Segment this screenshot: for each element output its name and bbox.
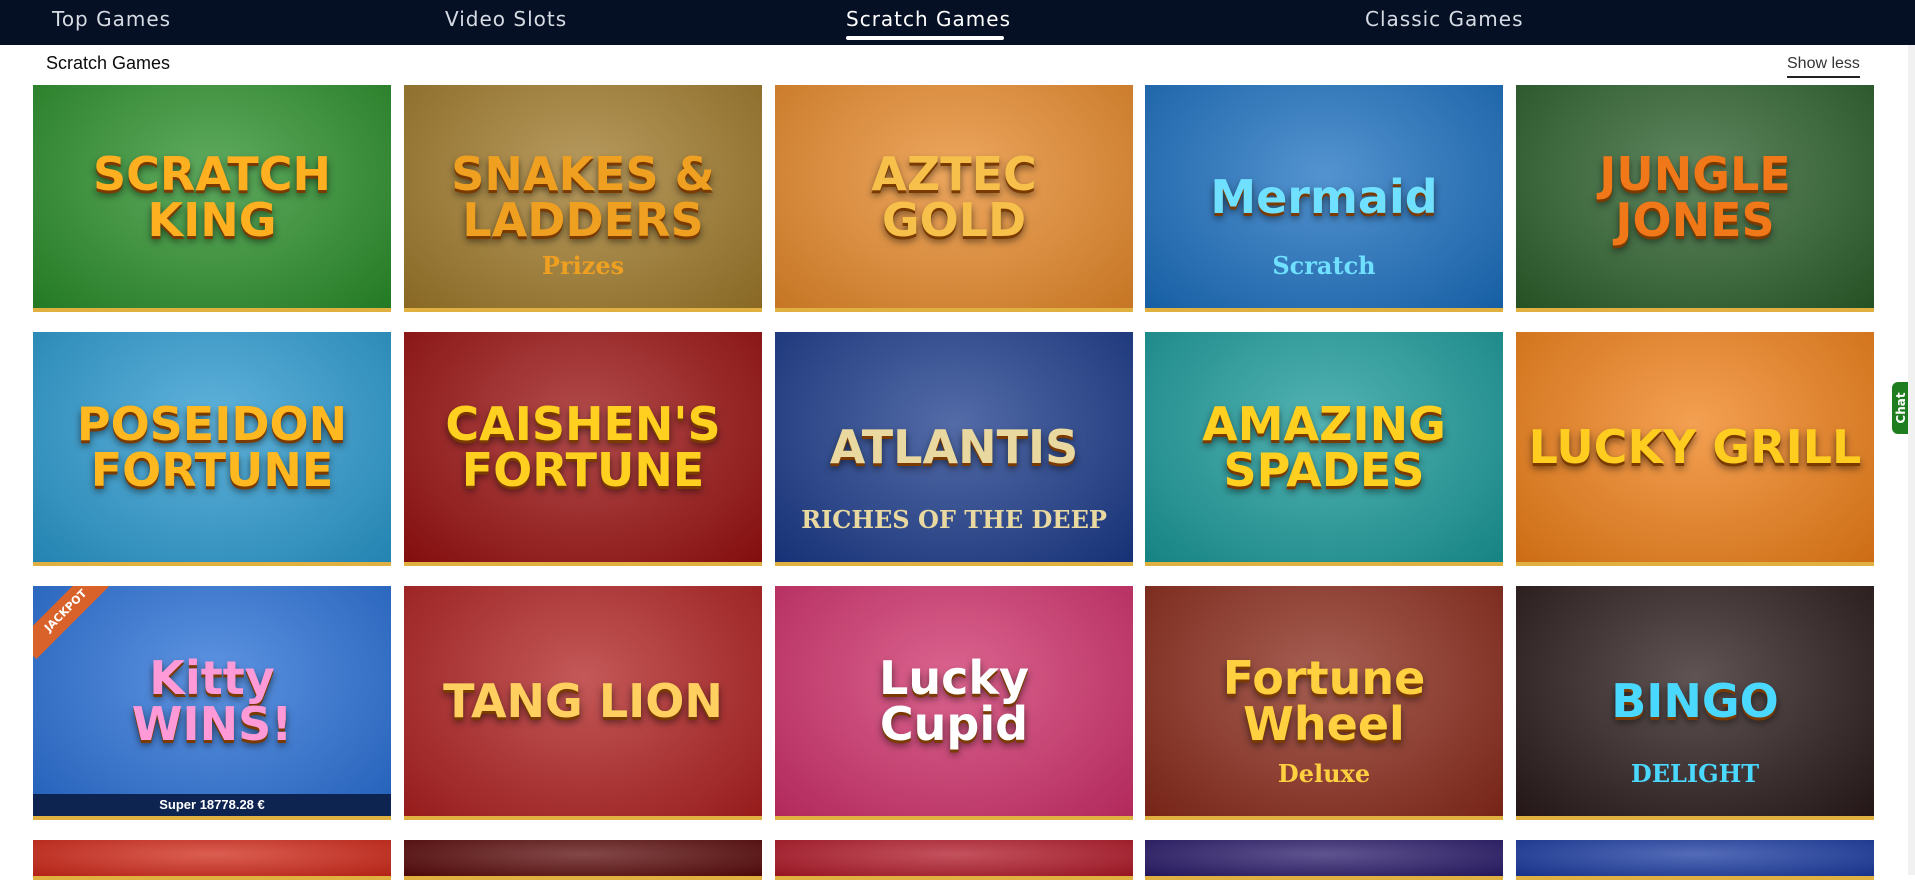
game-subtitle: Deluxe	[1277, 759, 1371, 788]
game-tile[interactable]: Lucky Cupid	[775, 586, 1133, 820]
tab-top-games[interactable]: Top Games	[52, 7, 171, 31]
game-tile[interactable]	[775, 840, 1133, 880]
game-subtitle: RICHES OF THE DEEP	[801, 505, 1107, 534]
section-title: Scratch Games	[46, 53, 171, 73]
game-subtitle: Prizes	[541, 251, 625, 280]
jackpot-amount: Super 18778.28 €	[33, 794, 391, 816]
game-artwork	[404, 840, 762, 876]
game-title: Mermaid	[1210, 169, 1438, 224]
tab-scratch-games[interactable]: Scratch Games	[846, 7, 1011, 31]
game-artwork	[1516, 840, 1874, 876]
game-subtitle: Scratch	[1272, 251, 1376, 280]
game-tile[interactable]: ATLANTIS RICHES OF THE DEEP	[775, 332, 1133, 566]
game-title: AZTEC GOLD	[871, 146, 1037, 247]
game-title: POSEIDON FORTUNE	[76, 397, 348, 497]
game-tile[interactable]: JUNGLE JONES	[1516, 85, 1874, 312]
tab-video-slots[interactable]: Video Slots	[445, 7, 567, 31]
game-tile[interactable]: AMAZING SPADES	[1145, 332, 1503, 566]
game-tile[interactable]	[404, 840, 762, 880]
game-title: SCRATCH KING	[93, 146, 331, 247]
game-title: Lucky Cupid	[879, 651, 1029, 751]
game-tile[interactable]: LUCKY GRILL	[1516, 332, 1874, 566]
game-tile[interactable]: Fortune Wheel Deluxe	[1145, 586, 1503, 820]
game-title: BINGO	[1611, 674, 1779, 728]
game-tile[interactable]: SNAKES & LADDERS Prizes	[404, 85, 762, 312]
show-less-link[interactable]: Show less	[1787, 55, 1860, 78]
game-title: CAISHEN'S FORTUNE	[445, 397, 721, 497]
game-tile[interactable]: SCRATCH KING	[33, 85, 391, 312]
game-title: Kitty WINS!	[131, 651, 293, 751]
active-tab-underline	[846, 36, 1004, 40]
game-artwork	[775, 840, 1133, 876]
game-title: JUNGLE JONES	[1599, 146, 1791, 247]
game-title: AMAZING SPADES	[1202, 397, 1446, 497]
game-tile[interactable]: AZTEC GOLD	[775, 85, 1133, 312]
game-title: LUCKY GRILL	[1528, 420, 1862, 474]
game-title: Fortune Wheel	[1222, 651, 1426, 751]
game-tile[interactable]	[33, 840, 391, 880]
game-title: TANG LION	[443, 674, 723, 728]
game-tile[interactable]: TANG LION	[404, 586, 762, 820]
game-tile[interactable]: CAISHEN'S FORTUNE	[404, 332, 762, 566]
game-title: ATLANTIS	[829, 420, 1079, 474]
game-subtitle: DELIGHT	[1630, 759, 1760, 788]
top-nav: Top Games Video Slots Scratch Games Clas…	[0, 0, 1915, 45]
game-tile[interactable]: BINGO DELIGHT	[1516, 586, 1874, 820]
game-tile[interactable]	[1145, 840, 1503, 880]
game-title: SNAKES & LADDERS	[451, 146, 715, 247]
game-tile[interactable]	[1516, 840, 1874, 880]
page-scrollbar[interactable]	[1908, 45, 1915, 875]
game-artwork	[33, 840, 391, 876]
game-tile[interactable]: Kitty WINS! JACKPOT Super 18778.28 €	[33, 586, 391, 820]
game-tile[interactable]: POSEIDON FORTUNE	[33, 332, 391, 566]
chat-label: Chat	[1894, 392, 1908, 424]
tab-classic-games[interactable]: Classic Games	[1365, 7, 1524, 31]
game-artwork	[1145, 840, 1503, 876]
game-tile[interactable]: Mermaid Scratch	[1145, 85, 1503, 312]
